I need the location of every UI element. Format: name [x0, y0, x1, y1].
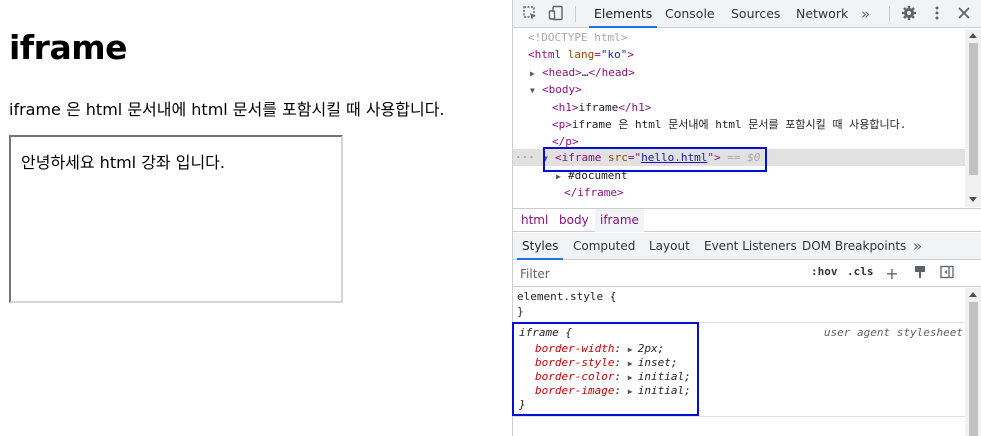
- styles-scrollbar[interactable]: [965, 288, 981, 436]
- scroll-up-arrow-icon[interactable]: [969, 292, 977, 297]
- more-sidebar-tabs-button[interactable]: »: [913, 233, 922, 260]
- p-close-node[interactable]: </p>: [552, 133, 579, 150]
- body-node[interactable]: ▼ <body>: [530, 81, 582, 98]
- rule-source-label: user agent stylesheet: [823, 326, 963, 339]
- tree-scrollbar[interactable]: [965, 29, 981, 207]
- elements-tree: <!DOCTYPE html> <html lang="ko"> ▶ <head>…: [513, 29, 965, 207]
- tab-console[interactable]: Console: [665, 0, 715, 28]
- paint-brush-icon[interactable]: [911, 265, 929, 283]
- styles-filter-input[interactable]: [517, 264, 797, 284]
- p-node[interactable]: <p>iframe 은 html 문서내에 html 문서를 포함시킬 때 사용…: [552, 116, 906, 133]
- breadcrumb: html body iframe: [513, 208, 981, 232]
- expanded-triangle-icon[interactable]: ▼: [543, 150, 555, 167]
- breadcrumb-body[interactable]: body: [559, 209, 589, 232]
- iframe-src-link[interactable]: hello.html: [641, 151, 707, 164]
- tab-layout[interactable]: Layout: [649, 233, 690, 260]
- rendered-page: iframe iframe 은 html 문서내에 html 문서를 포함시킬 …: [0, 0, 512, 436]
- scroll-up-arrow-icon[interactable]: [969, 33, 977, 38]
- page-paragraph: iframe 은 html 문서내에 html 문서를 포함시킬 때 사용합니다…: [9, 100, 445, 119]
- iframe-rule-selector[interactable]: iframe {: [519, 326, 572, 340]
- page-heading: iframe: [9, 28, 127, 67]
- document-node[interactable]: ▶ #document: [556, 167, 628, 184]
- doctype-node[interactable]: <!DOCTYPE html>: [528, 29, 627, 46]
- breadcrumb-iframe[interactable]: iframe: [595, 209, 644, 232]
- tree-scrollbar-thumb[interactable]: [969, 43, 978, 175]
- toggle-sidebar-icon[interactable]: [938, 265, 956, 283]
- tab-elements[interactable]: Elements: [589, 0, 658, 28]
- iframe-rule-close: }: [519, 398, 526, 411]
- style-property[interactable]: border-width: ▶ 2px;: [535, 342, 664, 356]
- collapsed-triangle-icon[interactable]: ▶: [530, 65, 542, 82]
- styles-filter-bar: :hov .cls +: [513, 261, 981, 287]
- tab-event-listeners[interactable]: Event Listeners: [704, 233, 797, 260]
- styles-scrollbar-thumb[interactable]: [969, 302, 978, 436]
- tab-network[interactable]: Network: [796, 0, 848, 28]
- hover-state-toggle[interactable]: :hov: [811, 265, 838, 283]
- close-icon[interactable]: [955, 5, 973, 23]
- scroll-down-arrow-icon[interactable]: [969, 197, 977, 202]
- toolbar-separator: [575, 6, 576, 22]
- inspect-element-icon[interactable]: [521, 5, 539, 23]
- collapsed-triangle-icon[interactable]: ▶: [556, 168, 568, 185]
- style-property[interactable]: border-color: ▶ initial;: [535, 370, 691, 384]
- embedded-iframe[interactable]: 안녕하세요 html 강좌 입니다.: [9, 135, 343, 303]
- html-node[interactable]: <html lang="ko">: [528, 46, 634, 63]
- rule-divider: [513, 416, 965, 417]
- devtools-panel: Elements Console Sources Network » <!DOC…: [512, 0, 981, 436]
- sidebar-tabs: Styles Computed Layout Event Listeners D…: [513, 233, 981, 260]
- h1-node[interactable]: <h1>iframe</h1>: [552, 99, 651, 116]
- tab-sources[interactable]: Sources: [731, 0, 780, 28]
- expanded-triangle-icon[interactable]: ▼: [530, 82, 542, 99]
- toolbar-separator: [889, 6, 890, 22]
- iframe-node[interactable]: ▼ <iframe src="hello.html"> == $0: [543, 149, 760, 166]
- iframe-content-text: 안녕하세요 html 강좌 입니다.: [21, 153, 225, 172]
- tab-styles[interactable]: Styles: [517, 233, 564, 260]
- more-options-kebab-icon[interactable]: [928, 5, 946, 23]
- expand-triangle-icon[interactable]: ▶: [628, 343, 638, 357]
- breadcrumb-html[interactable]: html: [521, 209, 548, 232]
- expand-triangle-icon[interactable]: ▶: [628, 385, 638, 399]
- tab-dom-breakpoints[interactable]: DOM Breakpoints: [802, 233, 906, 260]
- style-property[interactable]: border-style: ▶ inset;: [535, 356, 677, 370]
- new-style-rule-icon[interactable]: +: [883, 265, 901, 283]
- device-toolbar-icon[interactable]: [547, 5, 565, 23]
- class-toggle[interactable]: .cls: [847, 265, 874, 283]
- element-style-close: }: [517, 305, 524, 318]
- element-style-selector[interactable]: element.style {: [517, 290, 616, 304]
- expand-triangle-icon[interactable]: ▶: [628, 357, 638, 371]
- devtools-toolbar: Elements Console Sources Network »: [513, 0, 981, 28]
- style-property[interactable]: border-image: ▶ initial;: [535, 384, 691, 398]
- rule-divider: [513, 322, 965, 323]
- styles-pane: element.style { } iframe { user agent st…: [513, 288, 965, 436]
- row-actions-dots[interactable]: ···: [515, 149, 535, 166]
- settings-gear-icon[interactable]: [900, 5, 918, 23]
- more-tabs-button[interactable]: »: [861, 0, 870, 28]
- head-node[interactable]: ▶ <head>…</head>: [530, 64, 635, 81]
- expand-triangle-icon[interactable]: ▶: [628, 371, 638, 385]
- iframe-close-node[interactable]: </iframe>: [564, 184, 624, 201]
- tab-computed[interactable]: Computed: [573, 233, 635, 260]
